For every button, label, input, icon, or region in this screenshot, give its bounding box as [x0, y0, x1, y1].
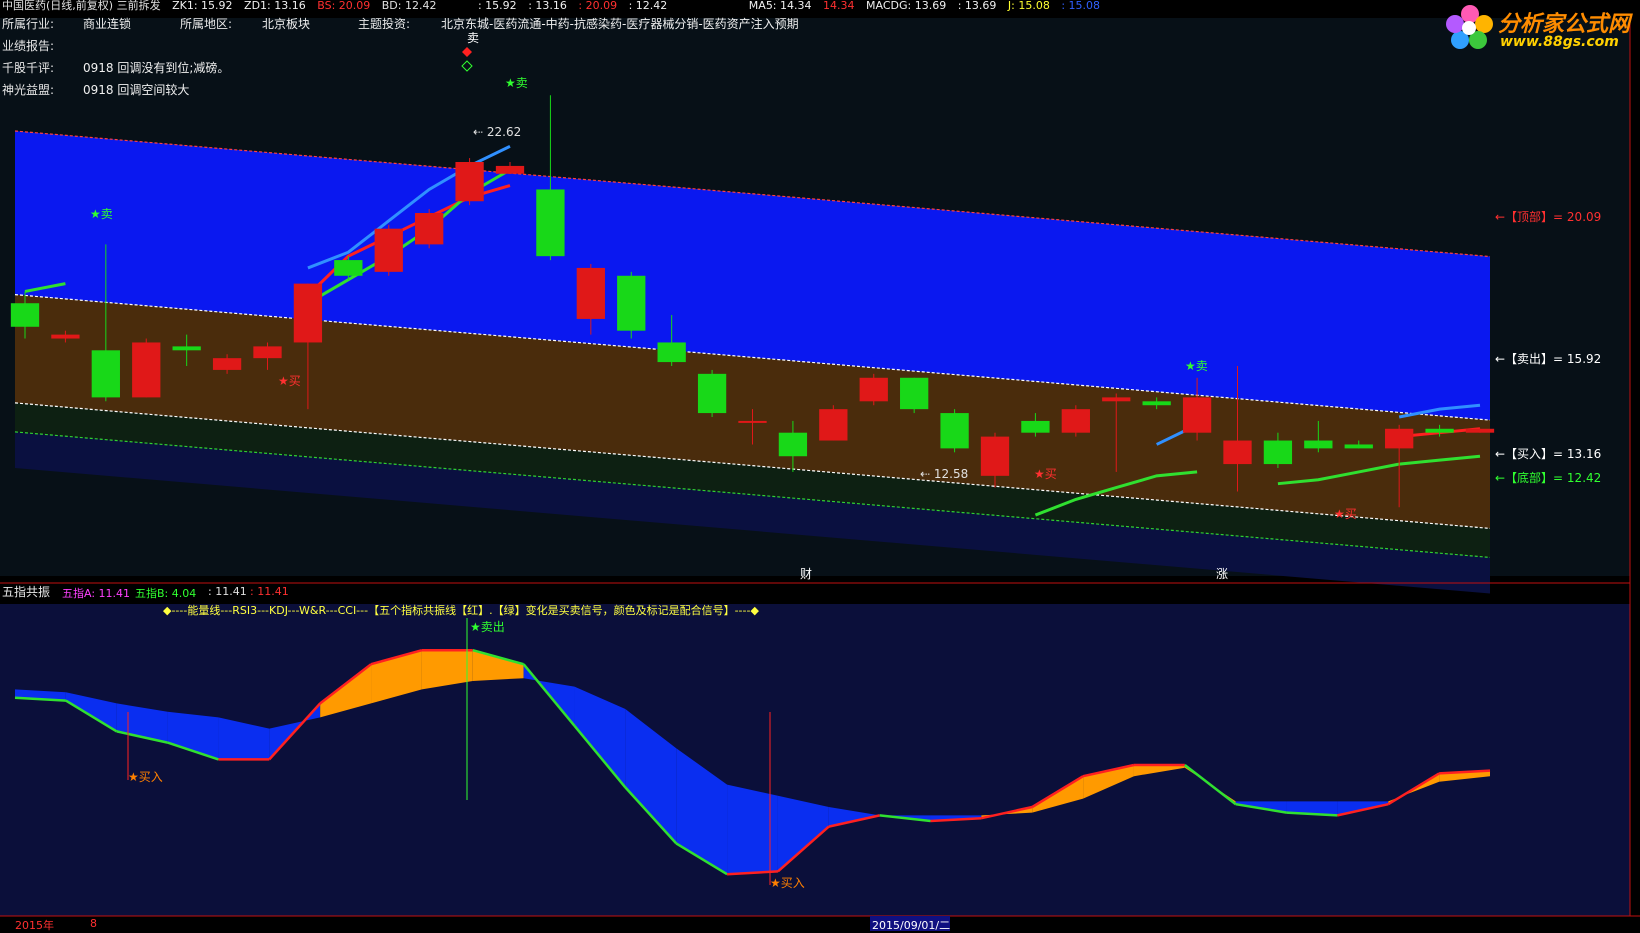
buy-marker-3: ★买 [1334, 507, 1357, 521]
candle-up [819, 409, 848, 441]
candle-up [1385, 428, 1414, 449]
industry-value: 商业连锁 [83, 17, 132, 31]
buy-marker-1: ★买 [278, 374, 301, 388]
candle-up [1465, 428, 1495, 433]
candle-down [1304, 440, 1333, 449]
header-macdg2: : 13.69 [957, 0, 997, 12]
candle-down [617, 275, 646, 331]
lower-a-label: 五指A: 11.41 [62, 587, 131, 600]
buy-in-marker-2: ★买入 [770, 876, 805, 890]
trough-label: ⇠ 12.58 [920, 467, 969, 481]
header-zd1: ZD1: 13.16 [244, 0, 306, 12]
sell-marker-1: ★卖 [90, 207, 113, 221]
candle-down [1263, 440, 1293, 465]
level-buy-label: ←【买入】= 13.16 [1495, 447, 1602, 461]
candle-down [1344, 444, 1373, 449]
header-j: J: 15.08 [1007, 0, 1050, 12]
candle-down [778, 432, 808, 457]
comment-value: 0918 回调没有到位;减磅。 [83, 61, 230, 75]
header-mid3: : 20.09 [578, 0, 618, 12]
header-bd: BD: 12.42 [381, 0, 437, 12]
candle-up [293, 283, 323, 343]
header-j2: : 15.08 [1061, 0, 1101, 12]
candle-down [10, 303, 40, 327]
lower-b-label: 五指B: 4.04 [135, 587, 197, 600]
alliance-value: 0918 回调空间较大 [83, 83, 190, 97]
level-top-label: ←【顶部】= 20.09 [1495, 210, 1602, 224]
candle-down [697, 373, 727, 414]
trough-value: 12.58 [933, 467, 969, 481]
candle-up [1223, 440, 1252, 465]
candle-up [738, 420, 767, 423]
header-title: 中国医药(日线,前复权) 三前拆发 [2, 0, 161, 12]
candle-up [495, 165, 525, 174]
lower-description: ◆----能量线---RSI3---KDJ---W&R---CCI---【五个指… [163, 604, 759, 617]
peak-label: ⇠ 22.62 [473, 125, 522, 139]
logo-url: www.88gs.com [1500, 34, 1619, 50]
site-logo: 分析家公式网 www.88gs.com [1440, 0, 1640, 56]
candle-down [1425, 428, 1454, 433]
candle-up [132, 342, 161, 398]
sell-marker-3: ★卖 [1185, 359, 1208, 373]
header-bs: BS: 20.09 [317, 0, 371, 12]
lower-v1: : 11.41 [208, 585, 247, 598]
candle-down [900, 377, 929, 410]
header-zk1: ZK1: 15.92 [172, 0, 233, 12]
candle-up [576, 267, 605, 319]
header-mid1: : 15.92 [477, 0, 517, 12]
region-label: 所属地区: [180, 17, 233, 31]
candle-up [1182, 397, 1212, 433]
lower-title: 五指共振 [2, 585, 51, 599]
comment-label: 千股千评: [2, 61, 55, 75]
cai-marker: 财 [800, 567, 813, 581]
candle-up [1102, 397, 1131, 402]
candle-up [253, 346, 282, 359]
alliance-label: 神光益盟: [2, 83, 55, 97]
candle-up [212, 358, 242, 370]
theme-value: 北京东城-医药流通-中药-抗感染药-医疗器械分销-医药资产注入预期 [441, 17, 799, 31]
candle-up [374, 228, 403, 272]
candle-down [536, 189, 565, 257]
candle-down [940, 413, 969, 449]
theme-label: 主题投资: [358, 17, 411, 31]
header-ma5b: 14.34 [823, 0, 855, 12]
candle-down [91, 350, 120, 398]
sell-marker-2: ★卖 [505, 76, 528, 90]
candle-up [415, 213, 444, 245]
candle-up [51, 334, 80, 339]
chart-canvas [0, 0, 1640, 931]
industry-label: 所属行业: [2, 17, 55, 31]
report-label: 业绩报告: [2, 39, 55, 53]
candle-down [1021, 420, 1050, 433]
footer-month: 8 [90, 917, 97, 930]
candle-down [334, 260, 363, 276]
candle-down [657, 342, 686, 363]
candle-up [980, 436, 1010, 476]
level-bottom-label: ←【底部】= 12.42 [1495, 471, 1602, 485]
region-value: 北京板块 [262, 17, 311, 31]
candle-down [172, 346, 201, 351]
header-mid4: : 12.42 [628, 0, 668, 12]
candle-up [455, 162, 484, 202]
candle-up [859, 377, 888, 402]
header-mid2: : 13.16 [528, 0, 567, 12]
buy-marker-2: ★买 [1034, 467, 1057, 481]
level-sell-label: ←【卖出】= 15.92 [1495, 352, 1602, 366]
sell-signal-top: 卖 [467, 31, 480, 45]
header-macdg: MACDG: 13.69 [866, 0, 947, 12]
lower-v2: : 11.41 [250, 585, 289, 598]
flower-icon [1446, 5, 1493, 49]
header-bar: 中国医药(日线,前复权) 三前拆发 ZK1: 15.92 ZD1: 13.16 … [2, 0, 1108, 13]
buy-in-marker-1: ★买入 [128, 770, 163, 784]
candle-up [1061, 409, 1090, 433]
candle-down [1142, 401, 1171, 406]
header-ma5: MA5: 14.34 [748, 0, 812, 12]
sell-out-marker: ★卖出 [470, 620, 505, 634]
zhang-marker: 涨 [1216, 567, 1229, 581]
peak-value: 22.62 [486, 125, 522, 139]
